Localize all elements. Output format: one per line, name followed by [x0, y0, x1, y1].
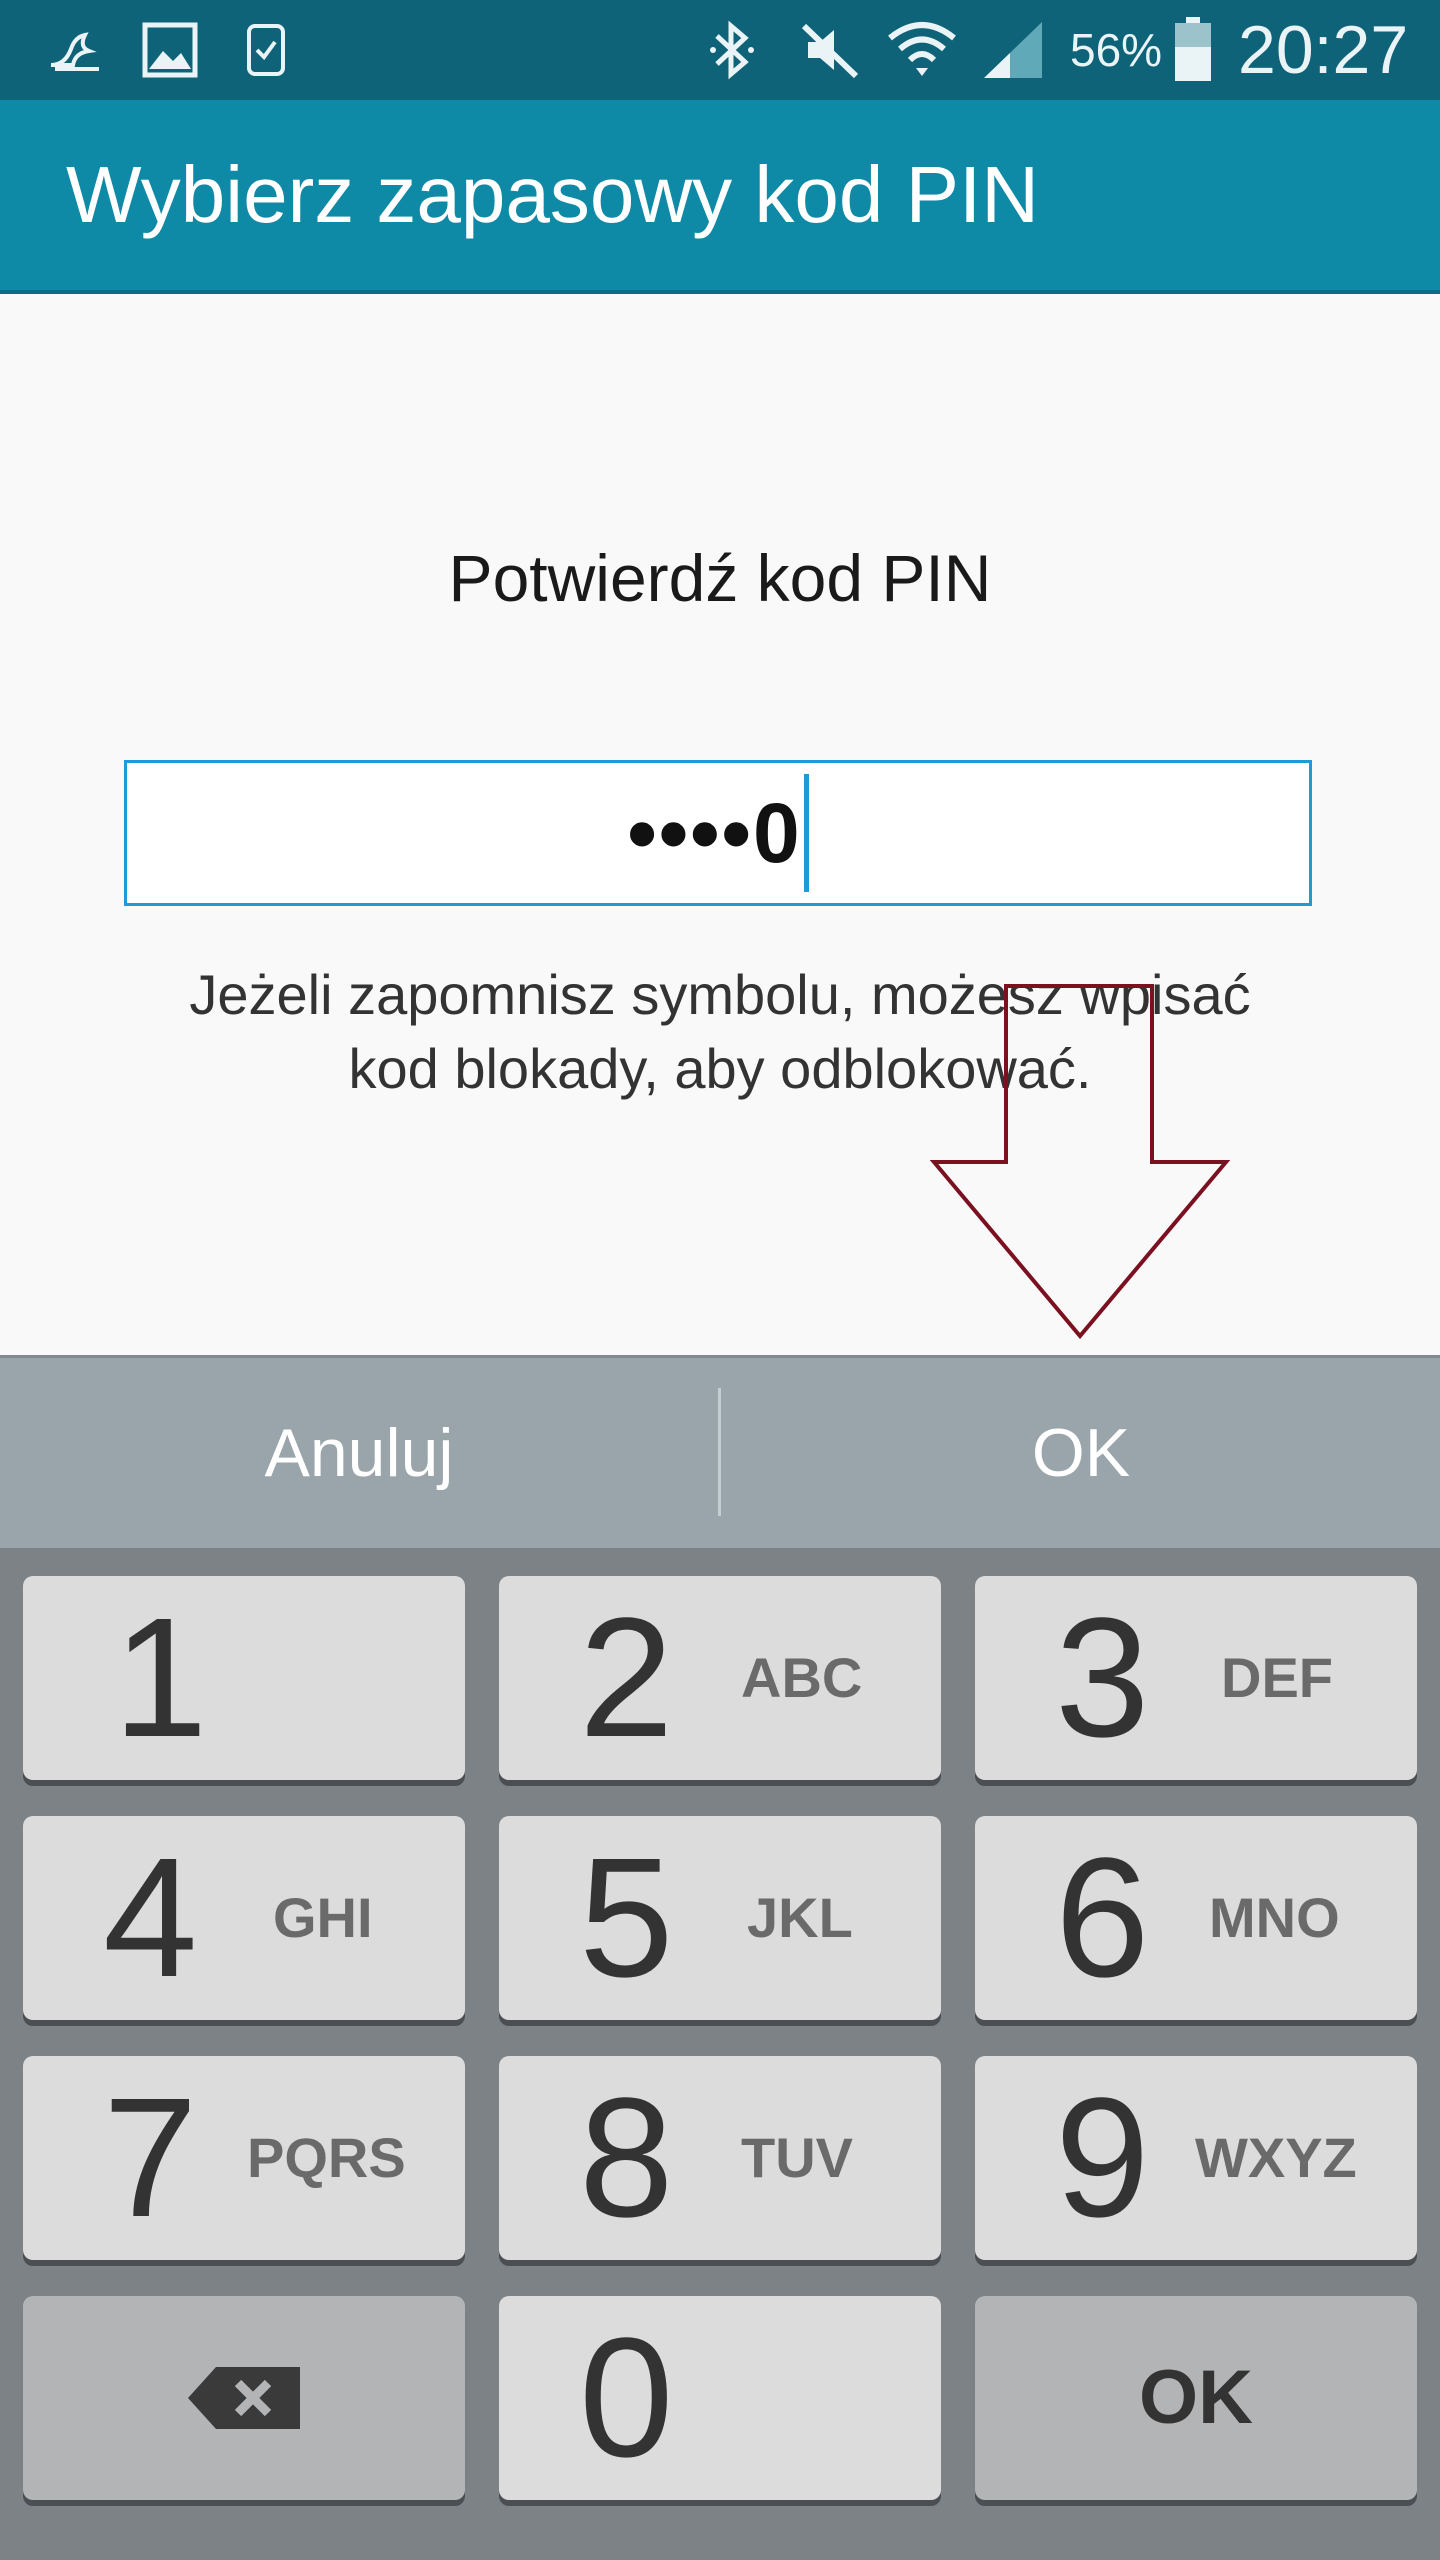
key-letters: PQRS: [247, 2126, 406, 2189]
key-8[interactable]: 8 TUV: [499, 2056, 941, 2260]
wifi-icon: [884, 18, 960, 82]
mute-icon: [794, 18, 866, 82]
key-letters: WXYZ: [1195, 2126, 1357, 2189]
key-4[interactable]: 4 GHI: [23, 1816, 465, 2020]
page-title: Wybierz zapasowy kod PIN: [66, 150, 1039, 239]
status-bar: 56% 20:27: [0, 0, 1440, 100]
pin-hint-line-1: Jeżeli zapomnisz symbolu, możesz wpisać: [189, 963, 1251, 1026]
cancel-button[interactable]: Anuluj: [0, 1358, 718, 1548]
key-5[interactable]: 5 JKL: [499, 1816, 941, 2020]
watch-icon: [238, 18, 294, 82]
key-7[interactable]: 7 PQRS: [23, 2056, 465, 2260]
key-letters: ABC: [741, 1646, 863, 1709]
clock: 20:27: [1238, 12, 1409, 88]
battery-percent: 56%: [1070, 24, 1163, 76]
key-digit: 6: [1055, 1823, 1150, 2013]
key-3[interactable]: 3 DEF: [975, 1576, 1417, 1780]
signal-icon: [978, 18, 1048, 82]
key-letters: MNO: [1209, 1886, 1340, 1949]
button-bar: Anuluj OK: [0, 1355, 1440, 1548]
gallery-icon: [138, 18, 202, 82]
pin-value: ••••0: [627, 785, 802, 880]
key-0[interactable]: 0: [499, 2296, 941, 2500]
button-divider: [718, 1388, 721, 1516]
key-digit: 7: [103, 2063, 198, 2253]
key-letters: JKL: [747, 1886, 853, 1949]
key-digit: 5: [579, 1823, 674, 2013]
key-letters: GHI: [273, 1886, 373, 1949]
key-digit: 9: [1055, 2063, 1150, 2253]
key-2[interactable]: 2 ABC: [499, 1576, 941, 1780]
key-digit: 4: [103, 1823, 198, 2013]
backspace-key[interactable]: [23, 2296, 465, 2500]
battery-icon: [1170, 17, 1216, 82]
keypad-ok-label: OK: [1139, 2355, 1253, 2440]
pin-input[interactable]: ••••0: [124, 760, 1312, 906]
key-digit: 0: [579, 2303, 674, 2493]
key-digit: 2: [579, 1583, 674, 1773]
pin-hint: Jeżeli zapomnisz symbolu, możesz wpisać …: [100, 958, 1340, 1106]
key-digit: 1: [113, 1583, 208, 1773]
keypad-ok-key[interactable]: OK: [975, 2296, 1417, 2500]
text-cursor: [803, 774, 809, 892]
key-letters: TUV: [741, 2126, 853, 2189]
pin-prompt: Potwierdź kod PIN: [448, 541, 992, 615]
key-1[interactable]: 1: [23, 1576, 465, 1780]
ok-button[interactable]: OK: [722, 1358, 1440, 1548]
pin-hint-line-2: kod blokady, aby odblokować.: [348, 1037, 1092, 1100]
swiftkey-icon: [40, 18, 110, 82]
key-9[interactable]: 9 WXYZ: [975, 2056, 1417, 2260]
key-digit: 8: [579, 2063, 674, 2253]
numeric-keypad: 1 2 ABC 3 DEF 4 GHI 5 JKL 6 MNO 7 PQRS 8…: [0, 1548, 1440, 2560]
backspace-icon: [23, 2296, 465, 2500]
key-digit: 3: [1055, 1583, 1150, 1773]
key-letters: DEF: [1221, 1646, 1333, 1709]
key-6[interactable]: 6 MNO: [975, 1816, 1417, 2020]
bluetooth-icon: [700, 18, 764, 82]
action-bar: Wybierz zapasowy kod PIN: [0, 100, 1440, 294]
